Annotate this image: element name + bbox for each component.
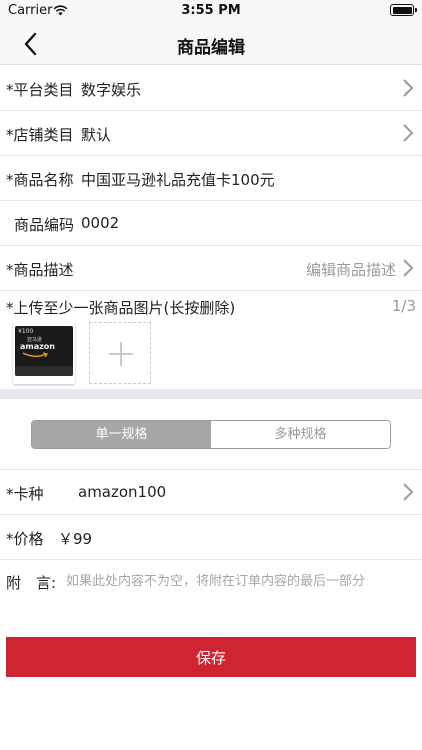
- tab-single-spec[interactable]: 单一规格: [32, 421, 211, 448]
- save-button[interactable]: 保存: [6, 637, 416, 677]
- price-value[interactable]: ￥99: [58, 528, 92, 549]
- store-category-row[interactable]: *店铺类目 默认: [0, 111, 422, 156]
- product-name-value[interactable]: 中国亚马逊礼品充值卡100元: [81, 169, 275, 190]
- chevron-right-icon: [403, 79, 414, 97]
- add-image-button[interactable]: [89, 322, 151, 384]
- card-type-value: amazon100: [78, 483, 167, 501]
- edit-description-hint: 编辑商品描述: [305, 261, 396, 279]
- product-code-label: 商品编码: [14, 216, 75, 234]
- tab-multi-spec[interactable]: 多种规格: [211, 421, 390, 448]
- spec-segmented-control: 单一规格 多种规格: [31, 420, 391, 449]
- platform-category-value: 数字娱乐: [81, 81, 142, 99]
- amazon-smile-icon: [22, 352, 48, 358]
- product-code-row[interactable]: 商品编码 0002: [0, 201, 422, 246]
- product-name-row[interactable]: *商品名称 中国亚马逊礼品充值卡100元: [0, 156, 422, 201]
- card-type-label: *卡种: [6, 485, 44, 503]
- remark-label: 附 言:: [6, 574, 57, 592]
- store-category-value: 默认: [81, 126, 112, 144]
- card-amount-text: ¥100: [18, 328, 34, 335]
- page-title: 商品编辑: [177, 38, 245, 58]
- card-type-row[interactable]: *卡种 amazon100: [0, 470, 422, 515]
- chevron-right-icon: [403, 259, 414, 277]
- product-description-label: *商品描述: [6, 261, 74, 279]
- card-stripe: [15, 366, 73, 376]
- status-bar: Carrier 3:55 PM: [0, 0, 422, 22]
- remark-input[interactable]: [66, 569, 414, 593]
- platform-category-row[interactable]: *平台类目 数字娱乐: [0, 66, 422, 111]
- battery-icon: [390, 4, 417, 16]
- platform-category-label: *平台类目: [6, 81, 74, 99]
- chevron-right-icon: [403, 483, 414, 501]
- chevron-right-icon: [403, 124, 414, 142]
- status-time: 3:55 PM: [181, 3, 241, 18]
- product-image-thumbnail[interactable]: ¥100 亚马逊 amazon: [13, 322, 75, 384]
- upload-images-label: *上传至少一张商品图片(长按删除): [6, 299, 236, 317]
- product-name-label: *商品名称: [6, 171, 74, 189]
- plus-icon-vertical: [120, 342, 122, 366]
- store-category-label: *店铺类目: [6, 126, 74, 144]
- price-label: *价格: [6, 530, 44, 548]
- card-brand-text: amazon: [20, 342, 55, 351]
- product-description-row[interactable]: *商品描述 编辑商品描述: [0, 246, 422, 291]
- gift-card-image: ¥100 亚马逊 amazon: [15, 326, 73, 376]
- navigation-bar: 商品编辑: [0, 22, 422, 65]
- section-divider: [0, 389, 422, 399]
- upload-image-count: 1/3: [391, 297, 416, 315]
- product-code-value[interactable]: 0002: [81, 214, 119, 232]
- price-row[interactable]: *价格 ￥99: [0, 515, 422, 560]
